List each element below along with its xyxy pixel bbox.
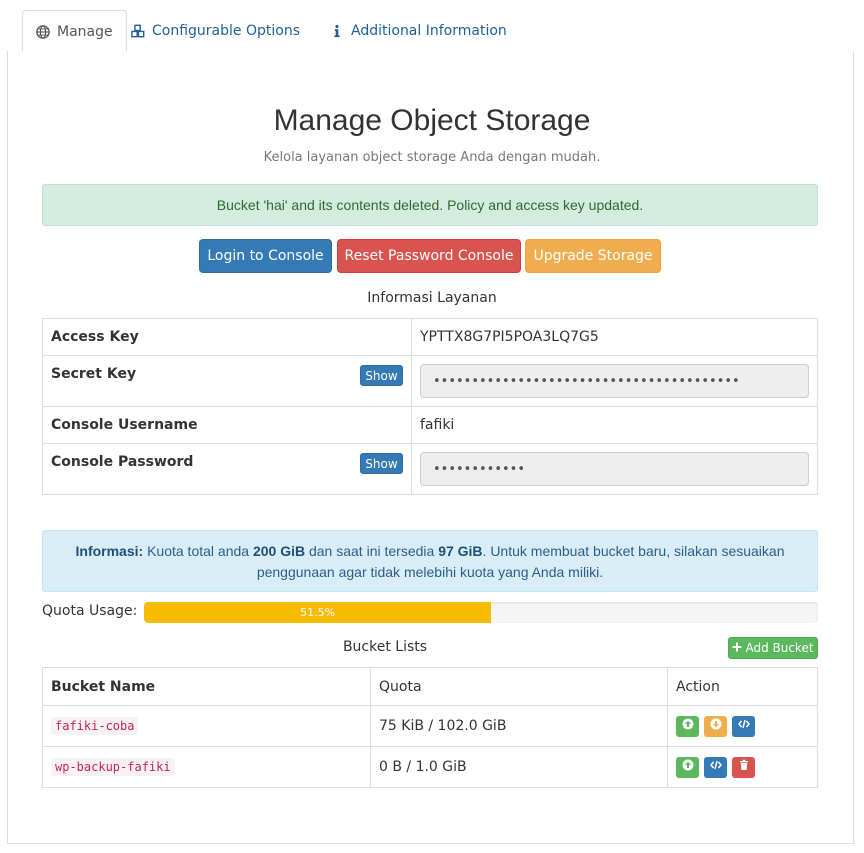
quota-info-alert: Informasi: Kuota total anda 200 GiB dan …: [42, 530, 818, 592]
arrow-up-circle-icon: [682, 718, 694, 734]
page-subtitle: Kelola layanan object storage Anda denga…: [263, 150, 601, 165]
info-available: 97 GiB: [438, 543, 483, 559]
service-info-table: Access Key YPTTX8G7PI5POA3LQ7G5 Secret K…: [42, 318, 818, 495]
service-info-heading: Informasi Layanan: [367, 290, 497, 306]
upload-button[interactable]: [676, 756, 699, 778]
console-password-cell: Console Password Show: [42, 443, 412, 495]
tab-configurable-options-label: Configurable Options: [152, 23, 300, 39]
add-bucket-button[interactable]: Add Bucket: [728, 637, 818, 659]
info-prefix: Informasi:: [75, 543, 144, 559]
code-icon: [709, 759, 722, 775]
bucket-actions: [667, 705, 818, 747]
bucket-table: Bucket Name Quota Action fafiki-coba 75 …: [42, 667, 818, 788]
add-bucket-label: Add Bucket: [745, 641, 814, 655]
quota-progress: 51.5%: [144, 602, 818, 623]
tab-bar: Manage Configurable Options Additional I…: [8, 10, 854, 53]
download-button[interactable]: [704, 715, 727, 737]
delete-button[interactable]: [732, 756, 755, 778]
access-key-label: Access Key: [42, 318, 412, 356]
code-button[interactable]: [732, 715, 755, 737]
console-password-cell-value: ••••••••••••: [411, 443, 818, 495]
show-secret-key-button[interactable]: Show: [360, 365, 403, 386]
secret-key-cell: Secret Key Show: [42, 355, 412, 407]
bucket-actions: [667, 746, 818, 788]
table-row: Secret Key Show ••••••••••••••••••••••••…: [42, 355, 818, 407]
console-username-label: Console Username: [42, 406, 412, 444]
show-console-password-button[interactable]: Show: [360, 453, 403, 474]
bucket-quota: 75 KiB / 102.0 GiB: [370, 705, 668, 747]
info-text-2: dan saat ini tersedia: [305, 543, 439, 559]
bucket-name-cell: wp-backup-fafiki: [42, 746, 371, 788]
table-row: Access Key YPTTX8G7PI5POA3LQ7G5: [42, 318, 818, 356]
access-key-value: YPTTX8G7PI5POA3LQ7G5: [411, 318, 818, 356]
quota-progress-bar: 51.5%: [144, 602, 492, 623]
bucket-list-heading: Bucket Lists: [342, 639, 428, 655]
table-row: Console Password Show ••••••••••••: [42, 443, 818, 495]
globe-icon: [36, 24, 50, 39]
bucket-name: wp-backup-fafiki: [51, 758, 175, 776]
tab-manage[interactable]: Manage: [22, 10, 127, 53]
secret-key-field[interactable]: ••••••••••••••••••••••••••••••••••••••••: [420, 364, 809, 398]
tab-manage-label: Manage: [57, 23, 113, 40]
column-bucket-name: Bucket Name: [42, 667, 371, 706]
arrow-down-circle-icon: [710, 718, 722, 734]
console-password-label: Console Password: [51, 454, 194, 470]
table-row: wp-backup-fafiki 0 B / 1.0 GiB: [42, 746, 818, 788]
page-title: Manage Object Storage: [273, 104, 591, 137]
tab-additional-information[interactable]: Additional Information: [317, 10, 520, 52]
plus-icon: [732, 641, 742, 655]
cubes-icon: [131, 24, 145, 38]
secret-key-label: Secret Key: [51, 366, 137, 382]
console-password-field[interactable]: ••••••••••••: [420, 452, 809, 486]
upload-button[interactable]: [676, 715, 699, 737]
reset-password-console-button[interactable]: Reset Password Console: [337, 239, 521, 273]
bucket-name-cell: fafiki-coba: [42, 705, 371, 747]
info-text-1: Kuota total anda: [143, 543, 253, 559]
column-quota: Quota: [370, 667, 668, 706]
quota-usage-label: Quota Usage:: [42, 603, 138, 619]
table-row: Console Username fafiki: [42, 406, 818, 444]
login-console-button[interactable]: Login to Console: [199, 239, 332, 273]
success-alert: Bucket 'hai' and its contents deleted. P…: [42, 184, 818, 226]
console-username-value: fafiki: [411, 406, 818, 444]
code-button[interactable]: [704, 756, 727, 778]
bucket-name: fafiki-coba: [51, 717, 139, 735]
action-buttons: Login to Console Reset Password Console …: [0, 239, 864, 273]
column-action: Action: [667, 667, 818, 706]
arrow-up-circle-icon: [682, 759, 694, 775]
upgrade-storage-button[interactable]: Upgrade Storage: [525, 239, 661, 273]
secret-key-cell-value: ••••••••••••••••••••••••••••••••••••••••: [411, 355, 818, 407]
tab-additional-information-label: Additional Information: [351, 23, 507, 39]
tab-configurable-options[interactable]: Configurable Options: [118, 10, 313, 52]
code-icon: [737, 718, 750, 734]
table-header-row: Bucket Name Quota Action: [42, 667, 818, 706]
trash-icon: [738, 759, 750, 775]
info-total: 200 GiB: [252, 543, 306, 559]
table-row: fafiki-coba 75 KiB / 102.0 GiB: [42, 705, 818, 747]
info-icon: [330, 24, 344, 38]
bucket-quota: 0 B / 1.0 GiB: [370, 746, 668, 788]
